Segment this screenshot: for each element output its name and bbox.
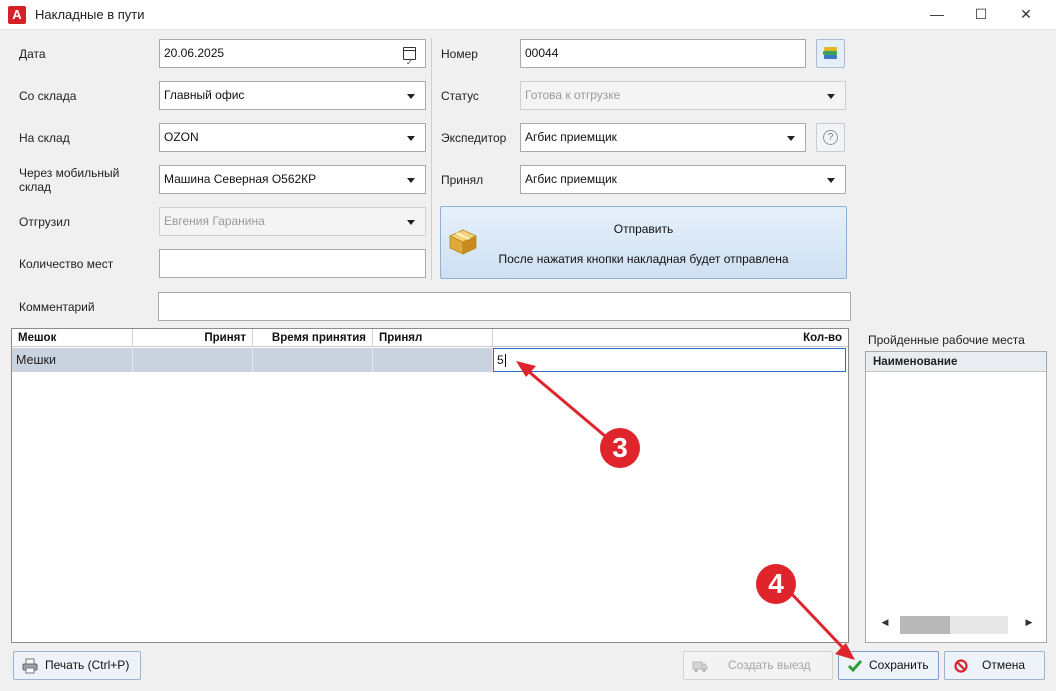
column-header-bag[interactable]: Мешок [12,329,133,347]
cancel-icon [954,659,968,673]
status-label: Статус [441,89,479,103]
horizontal-scrollbar[interactable]: ◀ ▶ [872,614,1040,636]
print-button[interactable]: Печать (Ctrl+P) [13,651,141,680]
number-input[interactable]: 00044 [520,39,806,68]
scroll-left-icon[interactable]: ◀ [878,617,892,628]
column-header-accepted[interactable]: Принят [133,329,253,347]
text-cursor [504,354,506,368]
column-header-qty[interactable]: Кол-во [493,329,848,347]
create-trip-button: Создать выезд [683,651,833,680]
date-label: Дата [19,47,46,61]
from-warehouse-select[interactable]: Главный офис [159,81,426,110]
cell-accepted [133,348,253,372]
accepted-by-label: Принял [441,173,484,187]
status-value: Готова к отгрузке [525,88,621,102]
date-field[interactable]: 20.06.2025 [159,39,426,68]
chevron-down-icon [827,94,835,99]
comment-input[interactable] [158,292,851,321]
mobile-warehouse-value: Машина Северная О562КР [164,172,317,186]
places-count-input[interactable] [159,249,426,278]
maximize-button[interactable]: ☐ [958,0,1004,30]
qty-value: 5 [497,353,504,367]
number-generator-button[interactable] [816,39,845,68]
workplaces-list[interactable]: Наименование ◀ ▶ [865,351,1047,643]
number-label: Номер [441,47,478,61]
print-button-label: Печать (Ctrl+P) [45,658,130,672]
cancel-button[interactable]: Отмена [944,651,1045,680]
send-button[interactable]: Отправить После нажатия кнопки накладная… [440,206,847,279]
number-value: 00044 [525,46,559,60]
chevron-down-icon [407,220,415,225]
step-3-badge: 3 [600,428,640,468]
scroll-thumb[interactable] [900,616,950,634]
send-button-title: Отправить [613,222,674,236]
column-header-accepted-time[interactable]: Время принятия [253,329,373,347]
cell-bag: Мешки [12,348,133,372]
forwarder-value: Агбис приемщик [525,130,617,144]
scroll-track[interactable] [900,616,1008,634]
bags-table[interactable]: Мешок Принят Время принятия Принял Кол-в… [11,328,849,643]
step-4-badge: 4 [756,564,796,604]
from-warehouse-value: Главный офис [164,88,245,102]
shipped-by-label: Отгрузил [19,215,70,229]
shipped-by-value: Евгения Гаранина [164,214,265,228]
scroll-right-icon[interactable]: ▶ [1022,617,1036,628]
save-button-label: Сохранить [869,658,929,672]
comment-label: Комментарий [19,300,95,314]
cell-accepted-by [373,348,493,372]
send-button-subtitle: После нажатия кнопки накладная будет отп… [498,252,789,266]
printer-icon [22,658,38,674]
window-title: Накладные в пути [35,7,145,22]
column-header-accepted-by[interactable]: Принял [373,329,493,347]
places-count-label: Количество мест [19,257,114,271]
to-warehouse-value: OZON [164,130,199,144]
date-value: 20.06.2025 [164,46,225,60]
chevron-down-icon[interactable] [407,94,415,99]
chevron-down-icon[interactable] [787,136,795,141]
column-divider [431,38,432,280]
table-row[interactable]: Мешки 5 [12,348,848,372]
accepted-by-select[interactable]: Агбис приемщик [520,165,846,194]
calendar-icon[interactable] [403,47,416,67]
forwarder-help-button[interactable]: ? [816,123,845,152]
from-warehouse-label: Со склада [19,89,77,103]
forwarder-label: Экспедитор [441,131,507,145]
chevron-down-icon[interactable] [407,178,415,183]
books-icon [823,47,837,59]
shipped-by-select: Евгения Гаранина [159,207,426,236]
cell-accepted-time [253,348,373,372]
workplaces-title: Пройденные рабочие места [868,333,1025,347]
qty-input[interactable]: 5 [493,348,846,372]
workplaces-column-header[interactable]: Наименование [866,352,1046,372]
create-trip-button-label: Создать выезд [728,658,811,672]
status-select: Готова к отгрузке [520,81,846,110]
accepted-by-value: Агбис приемщик [525,172,617,186]
chevron-down-icon[interactable] [827,178,835,183]
app-logo-icon: A [8,6,26,24]
checkmark-icon [847,660,863,673]
close-button[interactable]: ✕ [1003,0,1049,30]
to-warehouse-select[interactable]: OZON [159,123,426,152]
minimize-button[interactable]: — [914,0,960,30]
forwarder-select[interactable]: Агбис приемщик [520,123,806,152]
cancel-button-label: Отмена [982,658,1026,672]
mobile-warehouse-select[interactable]: Машина Северная О562КР [159,165,426,194]
title-bar: A Накладные в пути — ☐ ✕ [0,0,1056,30]
chevron-down-icon[interactable] [407,136,415,141]
table-header: Мешок Принят Время принятия Принял Кол-в… [12,329,848,347]
help-icon: ? [823,130,838,145]
mobile-warehouse-label: Через мобильный склад [19,166,120,194]
save-button[interactable]: Сохранить [838,651,939,680]
truck-icon [692,661,708,673]
to-warehouse-label: На склад [19,131,70,145]
